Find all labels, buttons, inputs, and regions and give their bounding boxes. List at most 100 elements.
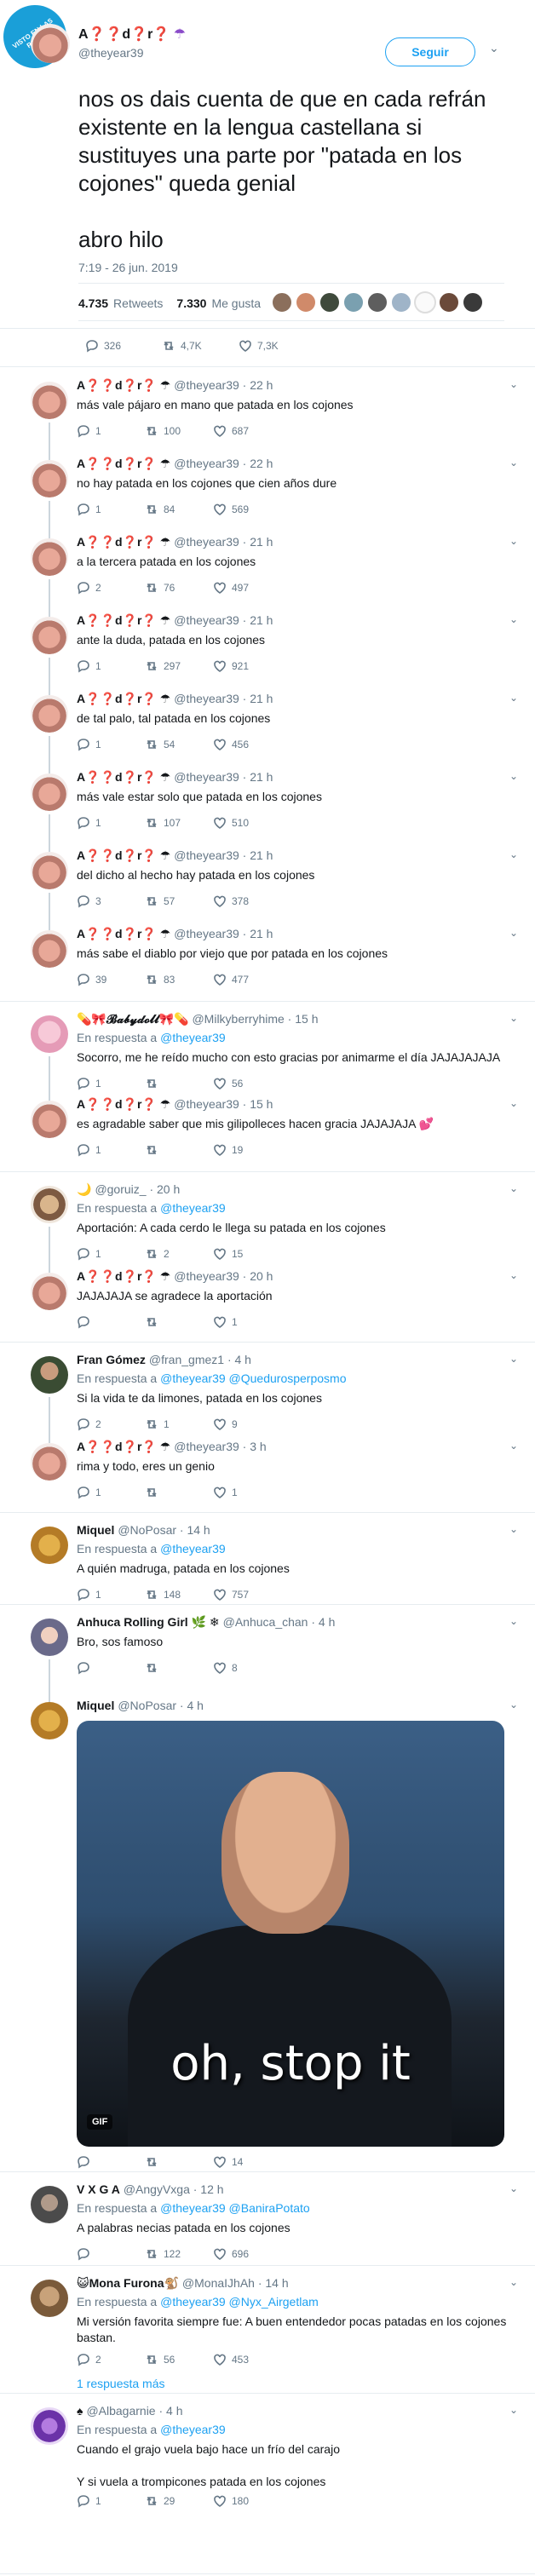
avatar[interactable] — [438, 291, 460, 313]
reply-button[interactable]: 1 — [77, 1486, 145, 1499]
like-button[interactable]: 19 — [213, 1143, 281, 1157]
reply-tweet[interactable]: Fran Gómez @fran_gmez1 · 4 h ⌄ En respuesta… — [0, 1343, 535, 1443]
author-handle-time[interactable]: @AngyVxga · 12 h — [124, 2182, 224, 2196]
tweet-date[interactable]: 7:19 - 26 jun. 2019 — [78, 261, 178, 274]
retweet-button[interactable]: 84 — [145, 503, 213, 516]
avatar[interactable] — [31, 1015, 68, 1053]
author-handle-time[interactable]: @theyear39 · 22 h — [174, 378, 273, 392]
author-handle-time[interactable]: @theyear39 · 21 h — [174, 535, 273, 549]
reply-tweet[interactable]: A❓❓d❓r❓ ☂ @theyear39 · 15 h ⌄ es agradable … — [0, 1087, 535, 1172]
chevron-down-icon[interactable]: ⌄ — [509, 1440, 518, 1452]
reply-tweet[interactable]: A❓❓d❓r❓ ☂ @theyear39 · 20 h ⌄ JAJAJAJA se a… — [0, 1259, 535, 1343]
reply-tweet[interactable]: 🌙 @goruiz_ · 20 h ⌄ En respuesta a @theyear3… — [0, 1172, 535, 1273]
chevron-down-icon[interactable]: ⌄ — [509, 1182, 518, 1194]
reply-to-link[interactable]: @theyear39 @Nyx_Airgetlam — [160, 2295, 319, 2309]
reply-tweet[interactable]: Anhuca Rolling Girl 🌿 ❄ @Anhuca_chan · 4 … — [0, 1605, 535, 1702]
retweet-button[interactable]: 76 — [145, 581, 213, 595]
chevron-down-icon[interactable]: ⌄ — [509, 927, 518, 939]
reply-tweet[interactable]: A❓❓d❓r❓ ☂ @theyear39 · 21 h ⌄ de tal palo, … — [0, 681, 535, 773]
author-name[interactable]: A❓❓d❓r❓ ☂ — [77, 1097, 170, 1111]
author-name[interactable]: ♠ — [77, 2404, 83, 2418]
author-name[interactable]: A❓❓d❓r❓ ☂ — [77, 457, 170, 470]
avatar[interactable] — [462, 291, 484, 313]
author-handle-time[interactable]: @NoPosar · 4 h — [118, 1699, 204, 1712]
reply-tweet[interactable]: A❓❓d❓r❓ ☂ @theyear39 · 22 h ⌄ no hay patada… — [0, 446, 535, 538]
author-handle-time[interactable]: @theyear39 · 21 h — [174, 770, 273, 784]
reply-button[interactable] — [77, 2247, 145, 2261]
reply-button[interactable]: 1 — [77, 503, 145, 516]
avatar[interactable] — [390, 291, 412, 313]
like-button[interactable]: 1 — [213, 1486, 281, 1499]
retweet-button[interactable] — [145, 1143, 213, 1157]
like-button[interactable]: 453 — [213, 2353, 281, 2366]
reply-button[interactable]: 1 — [77, 424, 145, 438]
author-name[interactable]: A❓❓d❓r❓ ☂ — [77, 378, 170, 392]
chevron-down-icon[interactable]: ⌄ — [509, 2404, 518, 2416]
reply-tweet[interactable]: Miquel @NoPosar · 14 h ⌄ En respuesta a @the… — [0, 1513, 535, 1605]
author-handle-time[interactable]: @Anhuca_chan · 4 h — [223, 1615, 336, 1629]
like-button[interactable]: 180 — [213, 2494, 281, 2508]
author-name[interactable]: Fran Gómez — [77, 1353, 146, 1366]
retweet-button[interactable]: 100 — [145, 424, 213, 438]
author-name[interactable]: A❓❓d❓r❓ ☂ — [77, 613, 170, 627]
like-button[interactable]: 497 — [213, 581, 281, 595]
retweet-button[interactable]: 4,7K — [162, 339, 239, 353]
like-button[interactable]: 696 — [213, 2247, 281, 2261]
like-button[interactable]: 14 — [213, 2155, 281, 2169]
retweet-button[interactable]: 56 — [145, 2353, 213, 2366]
reply-button[interactable]: 2 — [77, 2353, 145, 2366]
likes-count[interactable]: 7.330 — [176, 296, 206, 310]
like-button[interactable]: 921 — [213, 659, 281, 673]
follow-button[interactable]: Seguir — [385, 37, 475, 66]
author-handle-time[interactable]: @theyear39 · 21 h — [174, 613, 273, 627]
chevron-down-icon[interactable]: ⌄ — [509, 378, 518, 390]
retweets-label[interactable]: Retweets — [113, 296, 163, 310]
reply-tweet[interactable]: A❓❓d❓r❓ ☂ @theyear39 · 21 h ⌄ más vale esta… — [0, 760, 535, 852]
avatar[interactable] — [414, 291, 436, 313]
avatar[interactable] — [31, 1702, 68, 1739]
avatar[interactable] — [31, 460, 68, 497]
reply-tweet[interactable]: V X G A @AngyVxga · 12 h ⌄ En respuesta a @t… — [0, 2172, 535, 2266]
reply-button[interactable] — [77, 2155, 145, 2169]
avatar[interactable] — [271, 291, 293, 313]
avatar[interactable] — [31, 2280, 68, 2317]
retweet-button[interactable]: 29 — [145, 2494, 213, 2508]
author-name[interactable]: Miquel — [77, 1699, 114, 1712]
reply-to-link[interactable]: @theyear39 @BaniraPotato — [160, 2201, 310, 2215]
retweet-button[interactable]: 297 — [145, 659, 213, 673]
reply-to-link[interactable]: @theyear39 — [160, 1542, 225, 1555]
reply-tweet[interactable]: Miquel @NoPosar · 4 h ⌄ oh, stop it GIF 14 — [0, 1688, 535, 2172]
avatar[interactable] — [342, 291, 365, 313]
chevron-down-icon[interactable]: ⌄ — [509, 848, 518, 860]
retweet-button[interactable]: 107 — [145, 816, 213, 830]
reply-tweet[interactable]: 💊🎀𝓑𝓪𝓫𝔂𝓭𝓸𝓵𝓵🎀💊 @Milkyberryhime · 15 h ⌄ En re… — [0, 1002, 535, 1101]
avatar[interactable] — [31, 1619, 68, 1656]
reply-tweet[interactable]: A❓❓d❓r❓ ☂ @theyear39 · 3 h ⌄ rima y todo, e… — [0, 1429, 535, 1513]
chevron-down-icon[interactable]: ⌄ — [509, 692, 518, 704]
reply-button[interactable] — [77, 1315, 145, 1329]
author-handle-time[interactable]: @theyear39 · 21 h — [174, 692, 273, 705]
retweet-button[interactable] — [145, 1486, 213, 1499]
chevron-down-icon[interactable]: ⌄ — [509, 457, 518, 469]
reply-button[interactable]: 1 — [77, 816, 145, 830]
chevron-down-icon[interactable]: ⌄ — [509, 613, 518, 625]
like-button[interactable]: 7,3K — [239, 339, 315, 353]
author-name[interactable]: 💊🎀𝓑𝓪𝓫𝔂𝓭𝓸𝓵𝓵🎀💊 — [77, 1012, 188, 1026]
reply-button[interactable]: 1 — [77, 738, 145, 751]
retweet-button[interactable]: 54 — [145, 738, 213, 751]
reply-button[interactable]: 39 — [77, 973, 145, 986]
author-handle-time[interactable]: @theyear39 · 20 h — [174, 1269, 273, 1283]
author-name[interactable]: A❓❓d❓r❓ ☂ — [78, 26, 186, 43]
author-name[interactable]: A❓❓d❓r❓ ☂ — [77, 535, 170, 549]
author-handle-time[interactable]: @theyear39 · 22 h — [174, 457, 273, 470]
avatar[interactable] — [31, 382, 68, 419]
author-name[interactable]: 😺Mona Furona🐒 — [77, 2276, 179, 2290]
retweet-button[interactable]: 122 — [145, 2247, 213, 2261]
avatar[interactable] — [319, 291, 341, 313]
like-button[interactable]: 757 — [213, 1588, 281, 1601]
author-handle[interactable]: @theyear39 — [78, 46, 143, 60]
like-button[interactable]: 569 — [213, 503, 281, 516]
author-name[interactable]: A❓❓d❓r❓ ☂ — [77, 770, 170, 784]
like-button[interactable]: 8 — [213, 1661, 281, 1675]
chevron-down-icon[interactable]: ⌄ — [509, 2182, 518, 2194]
